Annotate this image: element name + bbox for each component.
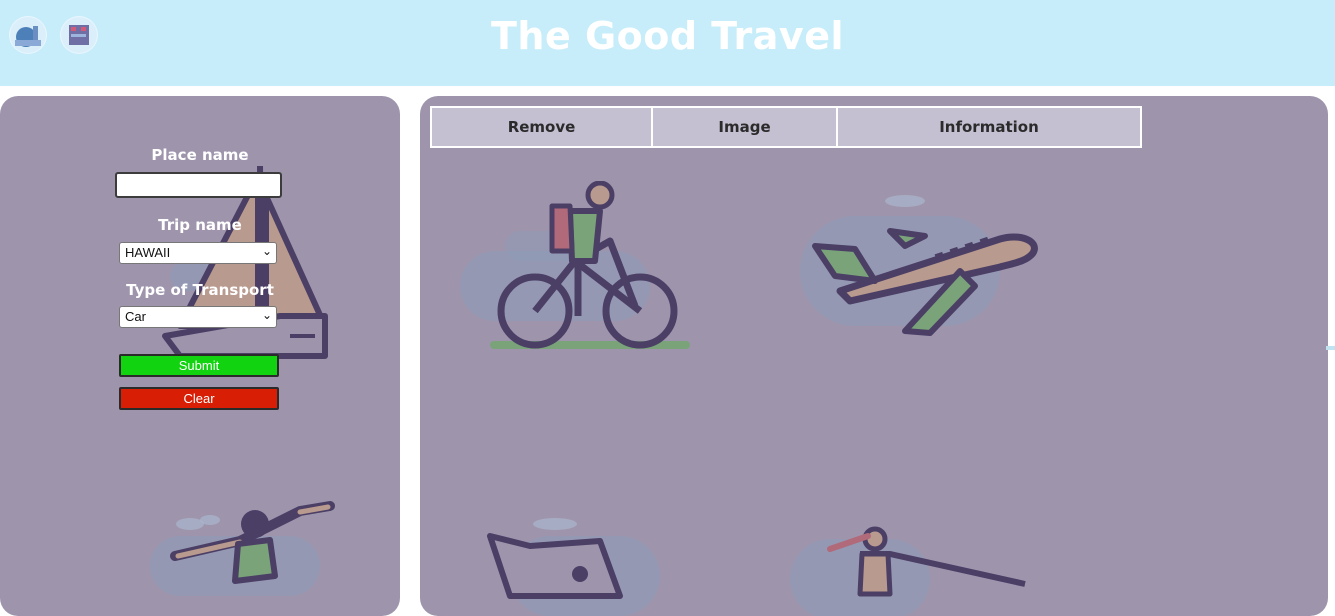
submit-button[interactable]: Submit (119, 354, 279, 377)
water-skier-icon (790, 526, 1026, 616)
column-header-remove: Remove (432, 108, 653, 146)
trip-name-label: Trip name (158, 216, 242, 234)
place-name-label: Place name (151, 146, 249, 164)
cyclist-icon (460, 181, 690, 349)
place-name-input[interactable] (115, 172, 282, 198)
transport-type-select[interactable]: Car ⌄ (119, 306, 277, 328)
trip-name-selected: HAWAII (125, 245, 171, 260)
page-edge-marker (1326, 346, 1335, 350)
trip-form: Place name Trip name HAWAII ⌄ Type of Tr… (0, 96, 400, 616)
site-title: The Good Travel (490, 14, 844, 58)
clear-button[interactable]: Clear (119, 387, 279, 410)
transport-type-selected: Car (125, 309, 146, 324)
column-header-information: Information (939, 118, 1039, 136)
trips-table-panel: Remove Image Information (420, 96, 1328, 616)
trips-table-header: Remove Image Information (430, 106, 1142, 148)
car-icon (487, 518, 660, 616)
site-header: The Good Travel (0, 0, 1335, 86)
chevron-down-icon: ⌄ (261, 308, 272, 322)
trip-form-panel: Place name Trip name HAWAII ⌄ Type of Tr… (0, 96, 400, 616)
trip-name-select[interactable]: HAWAII ⌄ (119, 242, 277, 264)
transport-type-label: Type of Transport (126, 281, 274, 299)
airplane-icon (800, 195, 1038, 336)
column-header-image: Image (653, 108, 838, 146)
chevron-down-icon: ⌄ (261, 244, 272, 258)
